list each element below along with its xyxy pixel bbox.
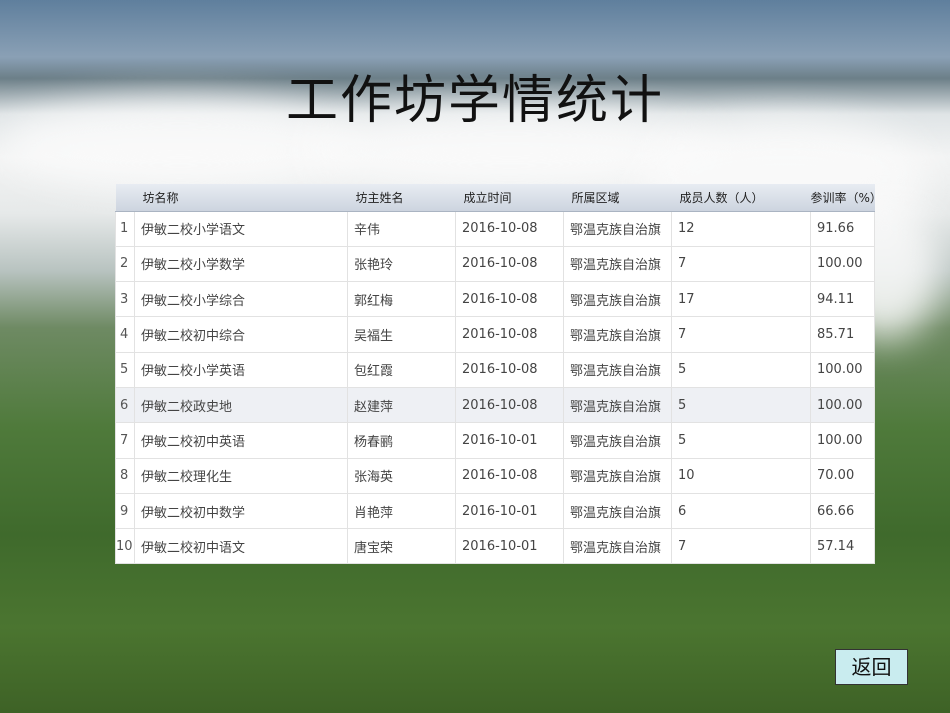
table-cell: 伊敏二校初中语文 bbox=[134, 528, 348, 565]
table-cell: 辛伟 bbox=[347, 210, 456, 247]
table-cell: 赵建萍 bbox=[347, 386, 456, 424]
table-cell: 5 bbox=[671, 386, 811, 424]
table-cell: 2016-10-08 bbox=[455, 386, 564, 424]
workshop-stats-table: 坊名称 坊主姓名 成立时间 所属区域 成员人数（人） 参训率（%） 1 伊敏二校小学语文 辛伟… bbox=[115, 184, 882, 565]
table-cell: 伊敏二校政史地 bbox=[134, 386, 348, 424]
table-cell: 10 bbox=[671, 457, 811, 494]
table-cell: 伊敏二校小学英语 bbox=[134, 351, 348, 388]
table-row[interactable]: 9 伊敏二校初中数学 肖艳萍 2016-10-01 鄂温克族自治旗 6 66.66 bbox=[115, 492, 875, 530]
table-cell: 包红霞 bbox=[347, 351, 456, 388]
column-header: 坊主姓名 bbox=[347, 184, 456, 212]
table-cell: 2016-10-08 bbox=[455, 351, 564, 388]
column-header: 坊名称 bbox=[134, 184, 348, 212]
table-cell: 鄂温克族自治旗 bbox=[563, 386, 672, 424]
table-row[interactable]: 5 伊敏二校小学英语 包红霞 2016-10-08 鄂温克族自治旗 5 100.00 bbox=[115, 351, 875, 388]
table-cell: 4 bbox=[115, 316, 135, 353]
table-cell: 5 bbox=[671, 351, 811, 388]
table-cell: 2016-10-08 bbox=[455, 316, 564, 353]
table-row[interactable]: 7 伊敏二校初中英语 杨春鹂 2016-10-01 鄂温克族自治旗 5 100.00 bbox=[115, 422, 875, 459]
table-cell: 郭红梅 bbox=[347, 281, 456, 318]
table-row[interactable]: 4 伊敏二校初中综合 吴福生 2016-10-08 鄂温克族自治旗 7 85.71 bbox=[115, 316, 875, 353]
table-row[interactable]: 1 伊敏二校小学语文 辛伟 2016-10-08 鄂温克族自治旗 12 91.66 bbox=[115, 210, 875, 247]
column-header: 成立时间 bbox=[455, 184, 564, 212]
table-cell: 2016-10-01 bbox=[455, 492, 564, 530]
table-cell: 12 bbox=[671, 210, 811, 247]
table-cell: 2016-10-01 bbox=[455, 422, 564, 459]
table-cell: 张艳玲 bbox=[347, 245, 456, 283]
table-row[interactable]: 8 伊敏二校理化生 张海英 2016-10-08 鄂温克族自治旗 10 70.00 bbox=[115, 457, 875, 494]
table-cell: 2016-10-08 bbox=[455, 457, 564, 494]
table-row[interactable]: 10 伊敏二校初中语文 唐宝荣 2016-10-01 鄂温克族自治旗 7 57.14 bbox=[115, 528, 875, 565]
table-cell: 94.11 bbox=[810, 281, 875, 318]
table-cell: 2 bbox=[115, 245, 135, 283]
table-cell: 3 bbox=[115, 281, 135, 318]
table-cell: 85.71 bbox=[810, 316, 875, 353]
table-cell: 鄂温克族自治旗 bbox=[563, 422, 672, 459]
table-cell: 1 bbox=[115, 210, 135, 247]
table-cell: 鄂温克族自治旗 bbox=[563, 457, 672, 494]
column-header: 成员人数（人） bbox=[671, 184, 811, 212]
table-cell: 7 bbox=[671, 528, 811, 565]
table-cell: 鄂温克族自治旗 bbox=[563, 351, 672, 388]
table-cell: 7 bbox=[671, 316, 811, 353]
table-cell: 张海英 bbox=[347, 457, 456, 494]
table-cell: 100.00 bbox=[810, 386, 875, 424]
table-cell: 鄂温克族自治旗 bbox=[563, 528, 672, 565]
page-title: 工作坊学情统计 bbox=[285, 71, 664, 131]
table-cell: 伊敏二校初中英语 bbox=[134, 422, 348, 459]
table-row[interactable]: 2 伊敏二校小学数学 张艳玲 2016-10-08 鄂温克族自治旗 7 100.00 bbox=[115, 245, 875, 283]
table-cell: 伊敏二校小学语文 bbox=[134, 210, 348, 247]
table-cell: 2016-10-08 bbox=[455, 281, 564, 318]
table-cell: 9 bbox=[115, 492, 135, 530]
table-cell: 10 bbox=[115, 528, 135, 565]
table-cell: 7 bbox=[115, 422, 135, 459]
table-cell: 伊敏二校初中综合 bbox=[134, 316, 348, 353]
table-row[interactable]: 3 伊敏二校小学综合 郭红梅 2016-10-08 鄂温克族自治旗 17 94.11 bbox=[115, 281, 875, 318]
table-cell: 吴福生 bbox=[347, 316, 456, 353]
table-cell: 7 bbox=[671, 245, 811, 283]
table-cell: 2016-10-08 bbox=[455, 245, 564, 283]
table-cell: 57.14 bbox=[810, 528, 875, 565]
table-cell: 5 bbox=[115, 351, 135, 388]
table-cell: 100.00 bbox=[810, 422, 875, 459]
table-cell: 100.00 bbox=[810, 351, 875, 388]
table-cell: 17 bbox=[671, 281, 811, 318]
table-cell: 鄂温克族自治旗 bbox=[563, 281, 672, 318]
table-cell: 2016-10-08 bbox=[455, 210, 564, 247]
table-cell: 鄂温克族自治旗 bbox=[563, 492, 672, 530]
table-cell: 66.66 bbox=[810, 492, 875, 530]
table-cell: 2016-10-01 bbox=[455, 528, 564, 565]
table-cell: 5 bbox=[671, 422, 811, 459]
table-header: 坊名称 坊主姓名 成立时间 所属区域 成员人数（人） 参训率（%） bbox=[115, 184, 882, 212]
table-cell: 100.00 bbox=[810, 245, 875, 283]
table-cell: 70.00 bbox=[810, 457, 875, 494]
table-cell: 唐宝荣 bbox=[347, 528, 456, 565]
table-cell: 91.66 bbox=[810, 210, 875, 247]
table-cell: 8 bbox=[115, 457, 135, 494]
column-header: 参训率（%） bbox=[810, 184, 882, 212]
column-header bbox=[115, 184, 135, 212]
table-cell: 鄂温克族自治旗 bbox=[563, 210, 672, 247]
table-cell: 伊敏二校理化生 bbox=[134, 457, 348, 494]
table-cell: 鄂温克族自治旗 bbox=[563, 245, 672, 283]
table-row[interactable]: 6 伊敏二校政史地 赵建萍 2016-10-08 鄂温克族自治旗 5 100.00 bbox=[115, 386, 875, 424]
table-cell: 伊敏二校初中数学 bbox=[134, 492, 348, 530]
table-cell: 伊敏二校小学综合 bbox=[134, 281, 348, 318]
table-cell: 鄂温克族自治旗 bbox=[563, 316, 672, 353]
table-cell: 杨春鹂 bbox=[347, 422, 456, 459]
table-cell: 6 bbox=[671, 492, 811, 530]
table-cell: 伊敏二校小学数学 bbox=[134, 245, 348, 283]
table-cell: 肖艳萍 bbox=[347, 492, 456, 530]
table-cell: 6 bbox=[115, 386, 135, 424]
back-button[interactable]: 返回 bbox=[835, 649, 908, 685]
column-header: 所属区域 bbox=[563, 184, 672, 212]
